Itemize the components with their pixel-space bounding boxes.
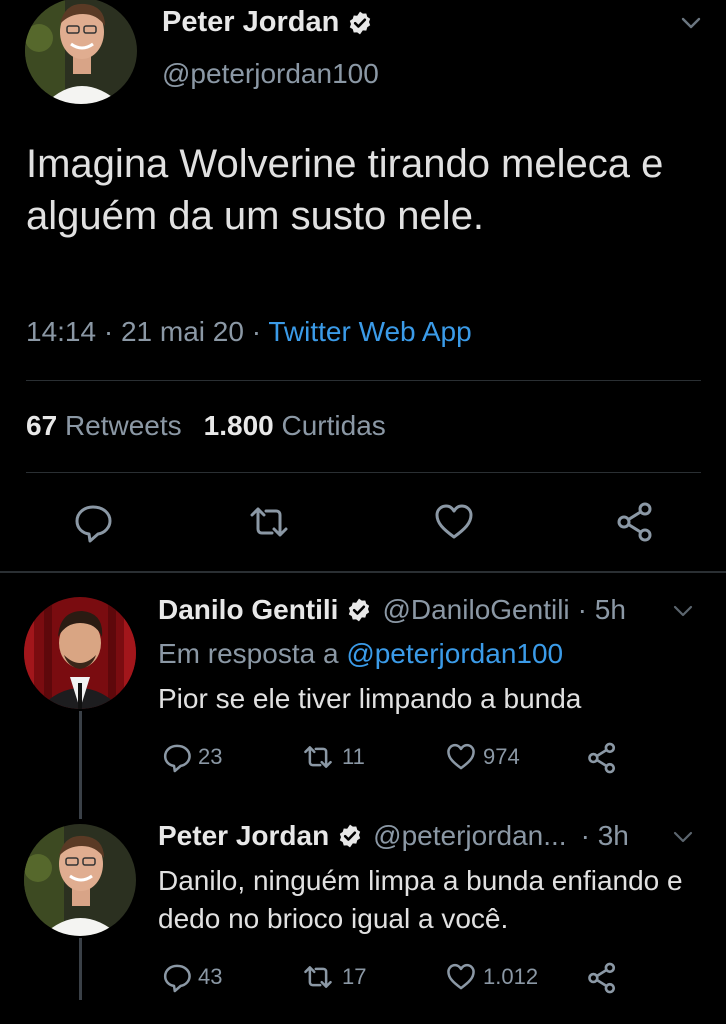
- retweets-label: Retweets: [64, 410, 182, 441]
- retweets-stat[interactable]: 67 Retweets: [26, 410, 182, 441]
- reply-header: Danilo Gentili @DaniloGentili · 5h: [158, 594, 626, 626]
- tweet-meta: 14:14 · 21 mai 20 · Twitter Web App: [26, 316, 472, 348]
- retweet-icon[interactable]: [246, 499, 292, 545]
- tweet-source-link[interactable]: Twitter Web App: [268, 316, 471, 347]
- chevron-down-icon[interactable]: [670, 598, 696, 624]
- retweet-count: 11: [342, 744, 365, 769]
- likes-label: Curtidas: [281, 410, 386, 441]
- retweet-button[interactable]: 17: [298, 960, 366, 994]
- verified-badge-icon: [349, 598, 370, 622]
- divider: [26, 472, 701, 473]
- tweet-time: 14:14: [26, 316, 97, 347]
- likes-stat[interactable]: 1.800 Curtidas: [204, 410, 386, 441]
- author-name[interactable]: Peter Jordan: [162, 6, 373, 39]
- like-count: 974: [483, 744, 520, 769]
- tweet-time: · 3h: [580, 820, 629, 851]
- tweet-text: Danilo, ninguém limpa a bunda enfiando e…: [158, 865, 683, 934]
- retweet-count: 17: [342, 964, 367, 989]
- thread-line: [79, 938, 82, 1000]
- mention-link[interactable]: @peterjordan100: [346, 638, 563, 669]
- verified-badge-icon: [350, 11, 371, 34]
- divider: [26, 380, 701, 381]
- reply-to: Em resposta a @peterjordan100: [158, 638, 563, 670]
- author-name[interactable]: Danilo Gentili: [158, 594, 338, 626]
- likes-count: 1.800: [203, 410, 274, 441]
- reply-to-label: Em resposta a: [158, 638, 339, 669]
- author-handle[interactable]: @peterjordan100: [162, 58, 379, 90]
- chevron-down-icon[interactable]: [676, 8, 706, 38]
- reply-header: Peter Jordan @peterjordan... · 3h: [158, 820, 629, 852]
- reply-button[interactable]: 23: [160, 740, 222, 774]
- author-name[interactable]: Peter Jordan: [158, 820, 329, 852]
- like-icon: [447, 743, 475, 770]
- meta-separator: ·: [103, 316, 114, 347]
- tweet-time: · 5h: [577, 594, 626, 625]
- share-icon[interactable]: [612, 499, 658, 545]
- reply-button[interactable]: 43: [160, 960, 222, 994]
- retweets-count: 67: [26, 410, 58, 441]
- retweet-icon: [304, 966, 332, 988]
- reply-count: 43: [198, 964, 223, 989]
- retweet-icon: [304, 746, 332, 768]
- main-tweet: Peter Jordan @peterjordan100 Imagina Wol…: [0, 0, 726, 572]
- like-button[interactable]: 1.012: [443, 960, 538, 994]
- reply-icon: [163, 744, 191, 773]
- share-icon[interactable]: [584, 960, 620, 996]
- like-button[interactable]: 974: [443, 740, 520, 774]
- section-divider: [0, 571, 726, 573]
- verified-badge-icon: [339, 824, 361, 848]
- like-count: 1.012: [483, 964, 539, 989]
- tweet-date: 21 mai 20: [120, 316, 244, 347]
- reply-count: 23: [198, 744, 223, 769]
- reply-icon: [163, 964, 191, 993]
- like-icon[interactable]: [431, 499, 477, 545]
- reply-icon[interactable]: [70, 499, 116, 545]
- author-name-text[interactable]: Peter Jordan: [162, 6, 339, 39]
- author-handle[interactable]: @peterjordan...: [373, 820, 566, 852]
- tweet-stats: 67 Retweets 1.800 Curtidas: [26, 410, 386, 442]
- thread-line: [79, 711, 82, 819]
- tweet-text: Imagina Wolverine tirando meleca e algué…: [26, 142, 664, 238]
- author-handle[interactable]: @DaniloGentili: [382, 594, 569, 626]
- tweet-text: Pior se ele tiver limpando a bunda: [158, 683, 582, 714]
- like-icon: [447, 963, 475, 990]
- retweet-button[interactable]: 11: [298, 740, 365, 774]
- avatar[interactable]: [25, 0, 137, 104]
- chevron-down-icon[interactable]: [670, 824, 696, 850]
- share-icon[interactable]: [584, 740, 620, 776]
- meta-separator: ·: [251, 316, 262, 347]
- avatar[interactable]: [24, 824, 136, 936]
- avatar[interactable]: [24, 597, 136, 709]
